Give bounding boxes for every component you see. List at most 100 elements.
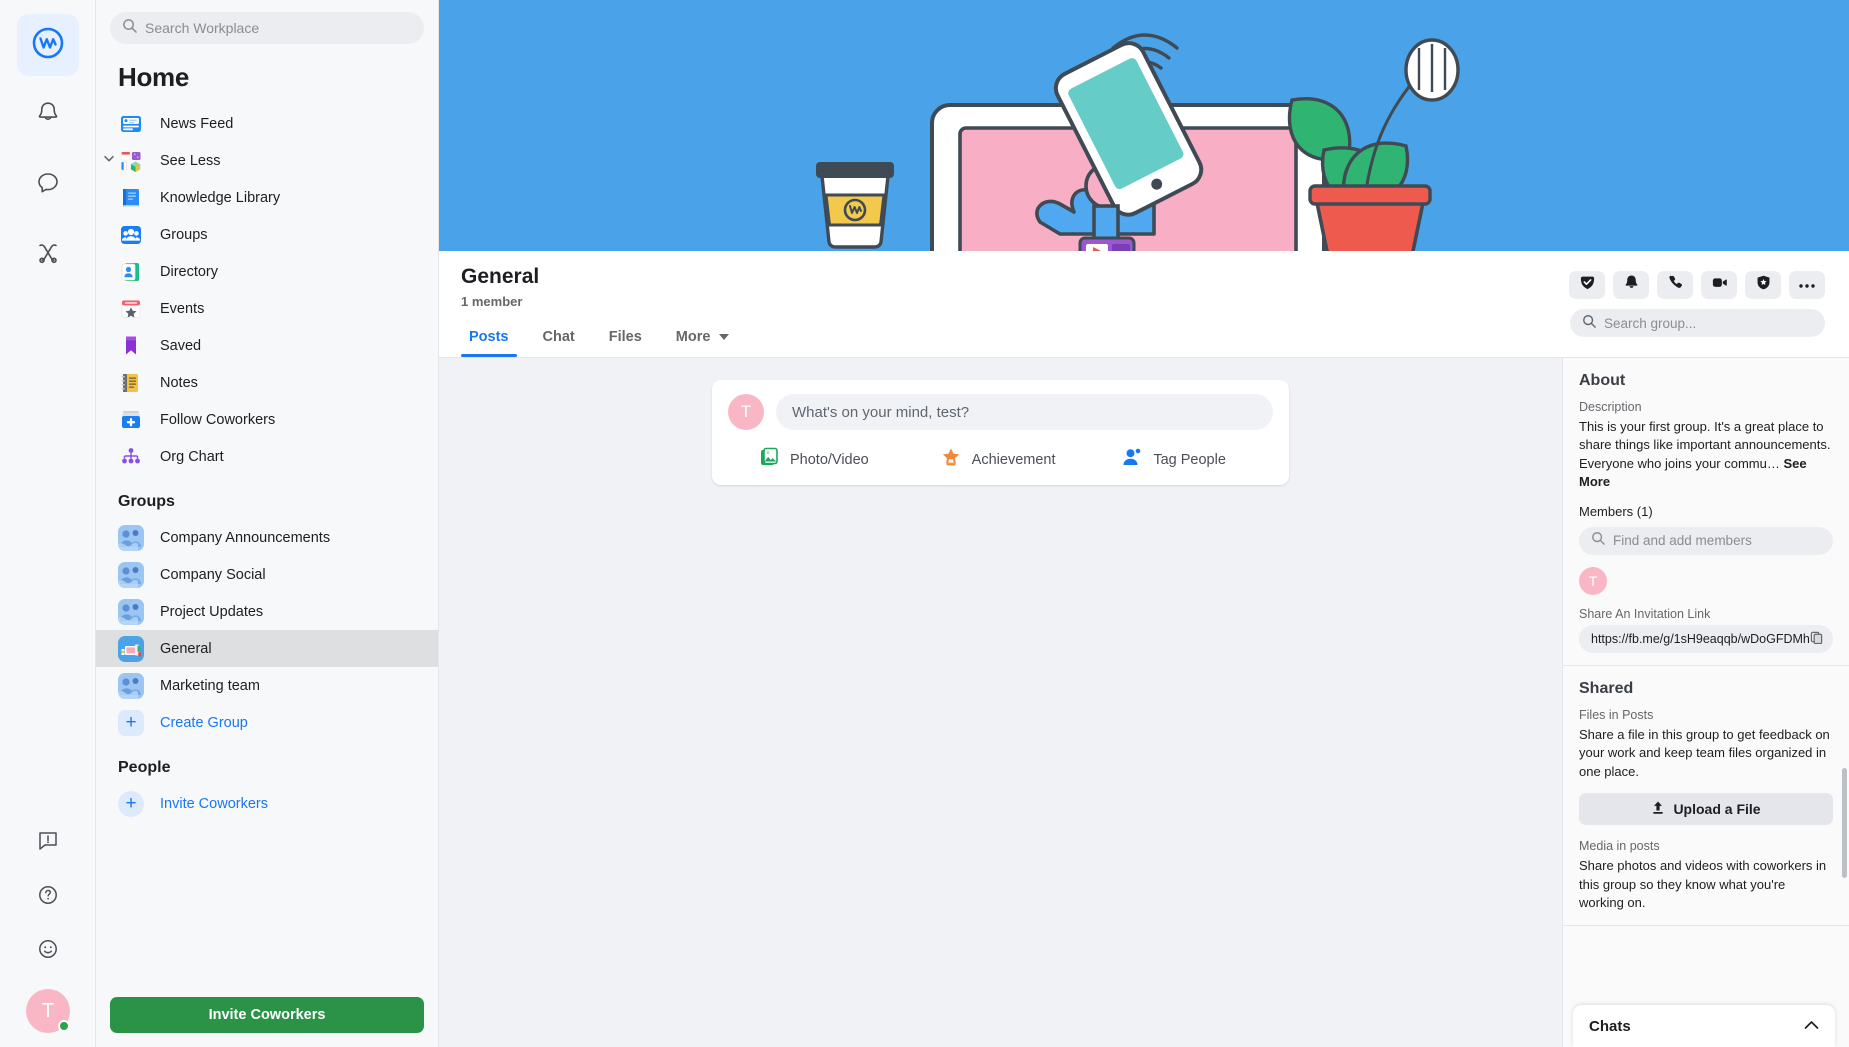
sidebar-group-project-updates[interactable]: Project Updates — [96, 593, 438, 630]
workplace-icon — [31, 26, 65, 65]
shield-button[interactable] — [1745, 271, 1781, 299]
sidebar-item-label: Org Chart — [160, 448, 224, 465]
ellipsis-icon — [1798, 276, 1816, 294]
group-search-input[interactable]: Search group... — [1570, 309, 1825, 337]
video-call-button[interactable] — [1701, 271, 1737, 299]
achievement-button[interactable]: Achievement — [910, 446, 1092, 473]
sidebar-item-label: Follow Coworkers — [160, 411, 276, 428]
tab-label: Posts — [469, 329, 509, 345]
tab-more[interactable]: More — [664, 321, 742, 357]
knowledge-library-icon — [118, 185, 144, 211]
org-chart-icon — [118, 444, 144, 470]
left-icon-rail: T — [0, 0, 96, 1047]
sidebar-group-label: Marketing team — [160, 677, 260, 694]
invite-link-box[interactable]: https://fb.me/g/1sH9eaqqb/wDoGFDMh — [1579, 624, 1833, 653]
post-feed: T What's on your mind, test? Photo/Video… — [439, 358, 1562, 1047]
page-title: Home — [118, 62, 190, 92]
main-column: General 1 member Posts Chat Files More S… — [439, 0, 1849, 1047]
sidebar-item-see-less[interactable]: See Less — [96, 142, 438, 179]
sidebar-item-groups[interactable]: Groups — [96, 216, 438, 253]
photo-video-button[interactable]: Photo/Video — [728, 446, 910, 473]
find-members-placeholder: Find and add members — [1613, 533, 1752, 549]
find-members-input[interactable]: Find and add members — [1579, 526, 1833, 555]
composer-avatar[interactable]: T — [728, 394, 764, 430]
media-in-posts-label: Media in posts — [1579, 839, 1660, 854]
sidebar-group-label: Company Announcements — [160, 529, 331, 546]
invite-coworkers-button[interactable]: Invite Coworkers — [110, 997, 424, 1033]
user-avatar[interactable]: T — [26, 989, 70, 1033]
group-thumbnail — [118, 598, 144, 625]
sidebar-item-news-feed[interactable]: News Feed — [96, 105, 438, 142]
sidebar-item-saved[interactable]: Saved — [96, 327, 438, 364]
chats-bar[interactable]: Chats — [1573, 1005, 1835, 1047]
invite-coworkers-label: Invite Coworkers — [160, 795, 268, 812]
news-feed-icon — [118, 111, 144, 137]
tab-posts[interactable]: Posts — [457, 321, 521, 357]
tab-label: More — [675, 329, 711, 345]
follow-coworkers-icon — [118, 407, 144, 433]
rail-item-emoji-status[interactable] — [24, 927, 72, 975]
tag-people-icon — [1121, 446, 1143, 473]
sidebar-item-events[interactable]: Events — [96, 290, 438, 327]
rail-item-workplace[interactable] — [16, 14, 79, 76]
tab-files[interactable]: Files — [597, 321, 654, 357]
upload-file-button[interactable]: Upload a File — [1579, 793, 1833, 826]
tag-people-button[interactable]: Tag People — [1091, 446, 1273, 473]
sidebar-group-company-social[interactable]: Company Social — [96, 556, 438, 593]
rail-item-feedback[interactable] — [24, 819, 72, 867]
sidebar-item-label: Groups — [160, 226, 208, 243]
sidebar-group-marketing-team[interactable]: Marketing team — [96, 667, 438, 704]
left-nav-panel: Search Workplace Home News Feed See Less… — [96, 0, 439, 1047]
sidebar-item-notes[interactable]: Notes — [96, 364, 438, 401]
sidebar-item-org-chart[interactable]: Org Chart — [96, 438, 438, 475]
rail-item-tools[interactable] — [17, 224, 79, 286]
invite-link-value: https://fb.me/g/1sH9eaqqb/wDoGFDMh — [1591, 631, 1810, 646]
create-group-button[interactable]: + Create Group — [96, 704, 438, 741]
composer-action-label: Tag People — [1153, 451, 1226, 468]
tab-chat[interactable]: Chat — [531, 321, 587, 357]
invite-coworkers-link[interactable]: + Invite Coworkers — [96, 785, 438, 822]
group-thumbnail — [118, 561, 144, 588]
call-button[interactable] — [1657, 271, 1693, 299]
content-area: T What's on your mind, test? Photo/Video… — [439, 358, 1849, 1047]
chevron-down-icon[interactable] — [102, 151, 116, 170]
notifications-button[interactable] — [1613, 271, 1649, 299]
sidebar-group-label: Project Updates — [160, 603, 264, 620]
shield-star-icon — [1755, 274, 1772, 296]
group-cover-banner — [439, 0, 1849, 251]
sidebar-item-directory[interactable]: Directory — [96, 253, 438, 290]
sidebar-item-label: Directory — [160, 263, 219, 280]
sidebar-item-knowledge-library[interactable]: Knowledge Library — [96, 179, 438, 216]
sidebar-item-follow-coworkers[interactable]: Follow Coworkers — [96, 401, 438, 438]
nav-scroll-area: News Feed See Less Knowledge Library Gro… — [96, 105, 438, 875]
composer-top-row: T What's on your mind, test? — [728, 394, 1273, 430]
chat-bubble-icon — [33, 168, 63, 203]
group-search-placeholder: Search group... — [1604, 315, 1697, 331]
phone-icon — [1667, 274, 1684, 296]
feedback-icon — [37, 830, 59, 857]
search-input[interactable]: Search Workplace — [110, 12, 424, 44]
right-panel-scrollbar[interactable] — [1842, 768, 1847, 878]
search-icon — [122, 18, 137, 38]
member-avatar[interactable]: T — [1579, 566, 1607, 595]
composer-action-label: Photo/Video — [790, 451, 869, 468]
sidebar-group-general[interactable]: General — [96, 630, 438, 667]
rail-item-help[interactable] — [24, 873, 72, 921]
directory-icon — [118, 259, 144, 285]
groups-heading: Groups — [118, 493, 175, 510]
copy-icon[interactable] — [1810, 631, 1823, 647]
group-thumbnail — [118, 524, 144, 551]
notes-icon — [118, 370, 144, 396]
composer-input[interactable]: What's on your mind, test? — [776, 394, 1273, 430]
post-composer: T What's on your mind, test? Photo/Video… — [712, 380, 1289, 485]
chevron-up-icon[interactable] — [1804, 1017, 1819, 1035]
avatar-initial: T — [41, 999, 55, 1022]
rail-item-chat[interactable] — [17, 154, 79, 216]
archive-check-button[interactable] — [1569, 271, 1605, 299]
groups-icon — [118, 222, 144, 248]
sidebar-group-company-announcements[interactable]: Company Announcements — [96, 519, 438, 556]
more-options-button[interactable] — [1789, 271, 1825, 299]
rail-item-notifications[interactable] — [17, 84, 79, 146]
composer-action-label: Achievement — [971, 451, 1056, 468]
invite-coworkers-button-label: Invite Coworkers — [208, 1007, 326, 1023]
